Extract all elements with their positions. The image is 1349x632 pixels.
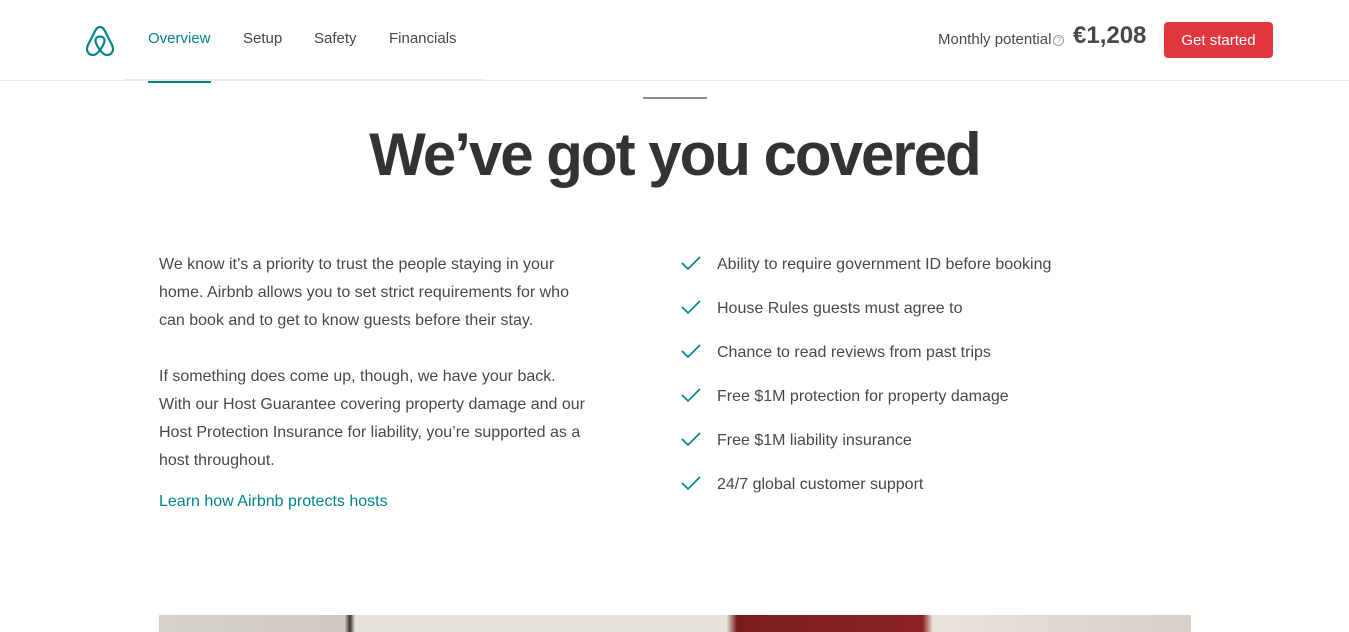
feature-item: House Rules guests must agree to bbox=[680, 299, 1200, 327]
help-circle-icon[interactable]: ? bbox=[1053, 35, 1065, 46]
tab-safety[interactable]: Safety bbox=[314, 30, 357, 81]
airbnb-logo-icon[interactable] bbox=[84, 24, 116, 58]
top-header: Overview Setup Safety Financials Monthly… bbox=[0, 0, 1349, 83]
learn-protection-link[interactable]: Learn how Airbnb protects hosts bbox=[159, 493, 388, 511]
feature-item: Chance to read reviews from past trips bbox=[680, 343, 1200, 371]
check-icon bbox=[681, 300, 701, 315]
check-icon bbox=[681, 344, 701, 359]
intro-paragraph-1: We know it’s a priority to trust the peo… bbox=[159, 256, 569, 329]
tab-financials[interactable]: Financials bbox=[389, 30, 457, 81]
feature-item: 24/7 global customer support bbox=[680, 475, 1200, 503]
feature-item: Free $1M liability insurance bbox=[680, 431, 1200, 459]
page-title: We’ve got you covered bbox=[369, 121, 981, 188]
check-icon bbox=[681, 256, 701, 271]
monthly-potential: Monthly potential? bbox=[938, 31, 1065, 48]
monthly-potential-amount: €1,208 bbox=[1073, 22, 1147, 49]
check-icon bbox=[681, 476, 701, 491]
feature-item: Ability to require government ID before … bbox=[680, 255, 1200, 283]
check-icon bbox=[681, 432, 701, 447]
feature-label: House Rules guests must agree to bbox=[717, 300, 963, 317]
section-nav: Overview Setup Safety Financials bbox=[124, 0, 486, 83]
hero-photo bbox=[159, 615, 1191, 632]
get-started-button[interactable]: Get started bbox=[1164, 22, 1273, 58]
check-icon bbox=[681, 388, 701, 403]
section-divider bbox=[643, 97, 707, 99]
tab-overview[interactable]: Overview bbox=[148, 30, 211, 83]
feature-label: Free $1M protection for property damage bbox=[717, 388, 1009, 405]
feature-label: Ability to require government ID before … bbox=[717, 256, 1052, 273]
monthly-potential-label: Monthly potential bbox=[938, 31, 1052, 48]
feature-label: Free $1M liability insurance bbox=[717, 432, 912, 449]
tab-setup[interactable]: Setup bbox=[243, 30, 282, 81]
feature-label: Chance to read reviews from past trips bbox=[717, 344, 991, 361]
feature-item: Free $1M protection for property damage bbox=[680, 387, 1200, 415]
intro-paragraph-2: If something does come up, though, we ha… bbox=[159, 368, 586, 469]
feature-label: 24/7 global customer support bbox=[717, 476, 924, 493]
